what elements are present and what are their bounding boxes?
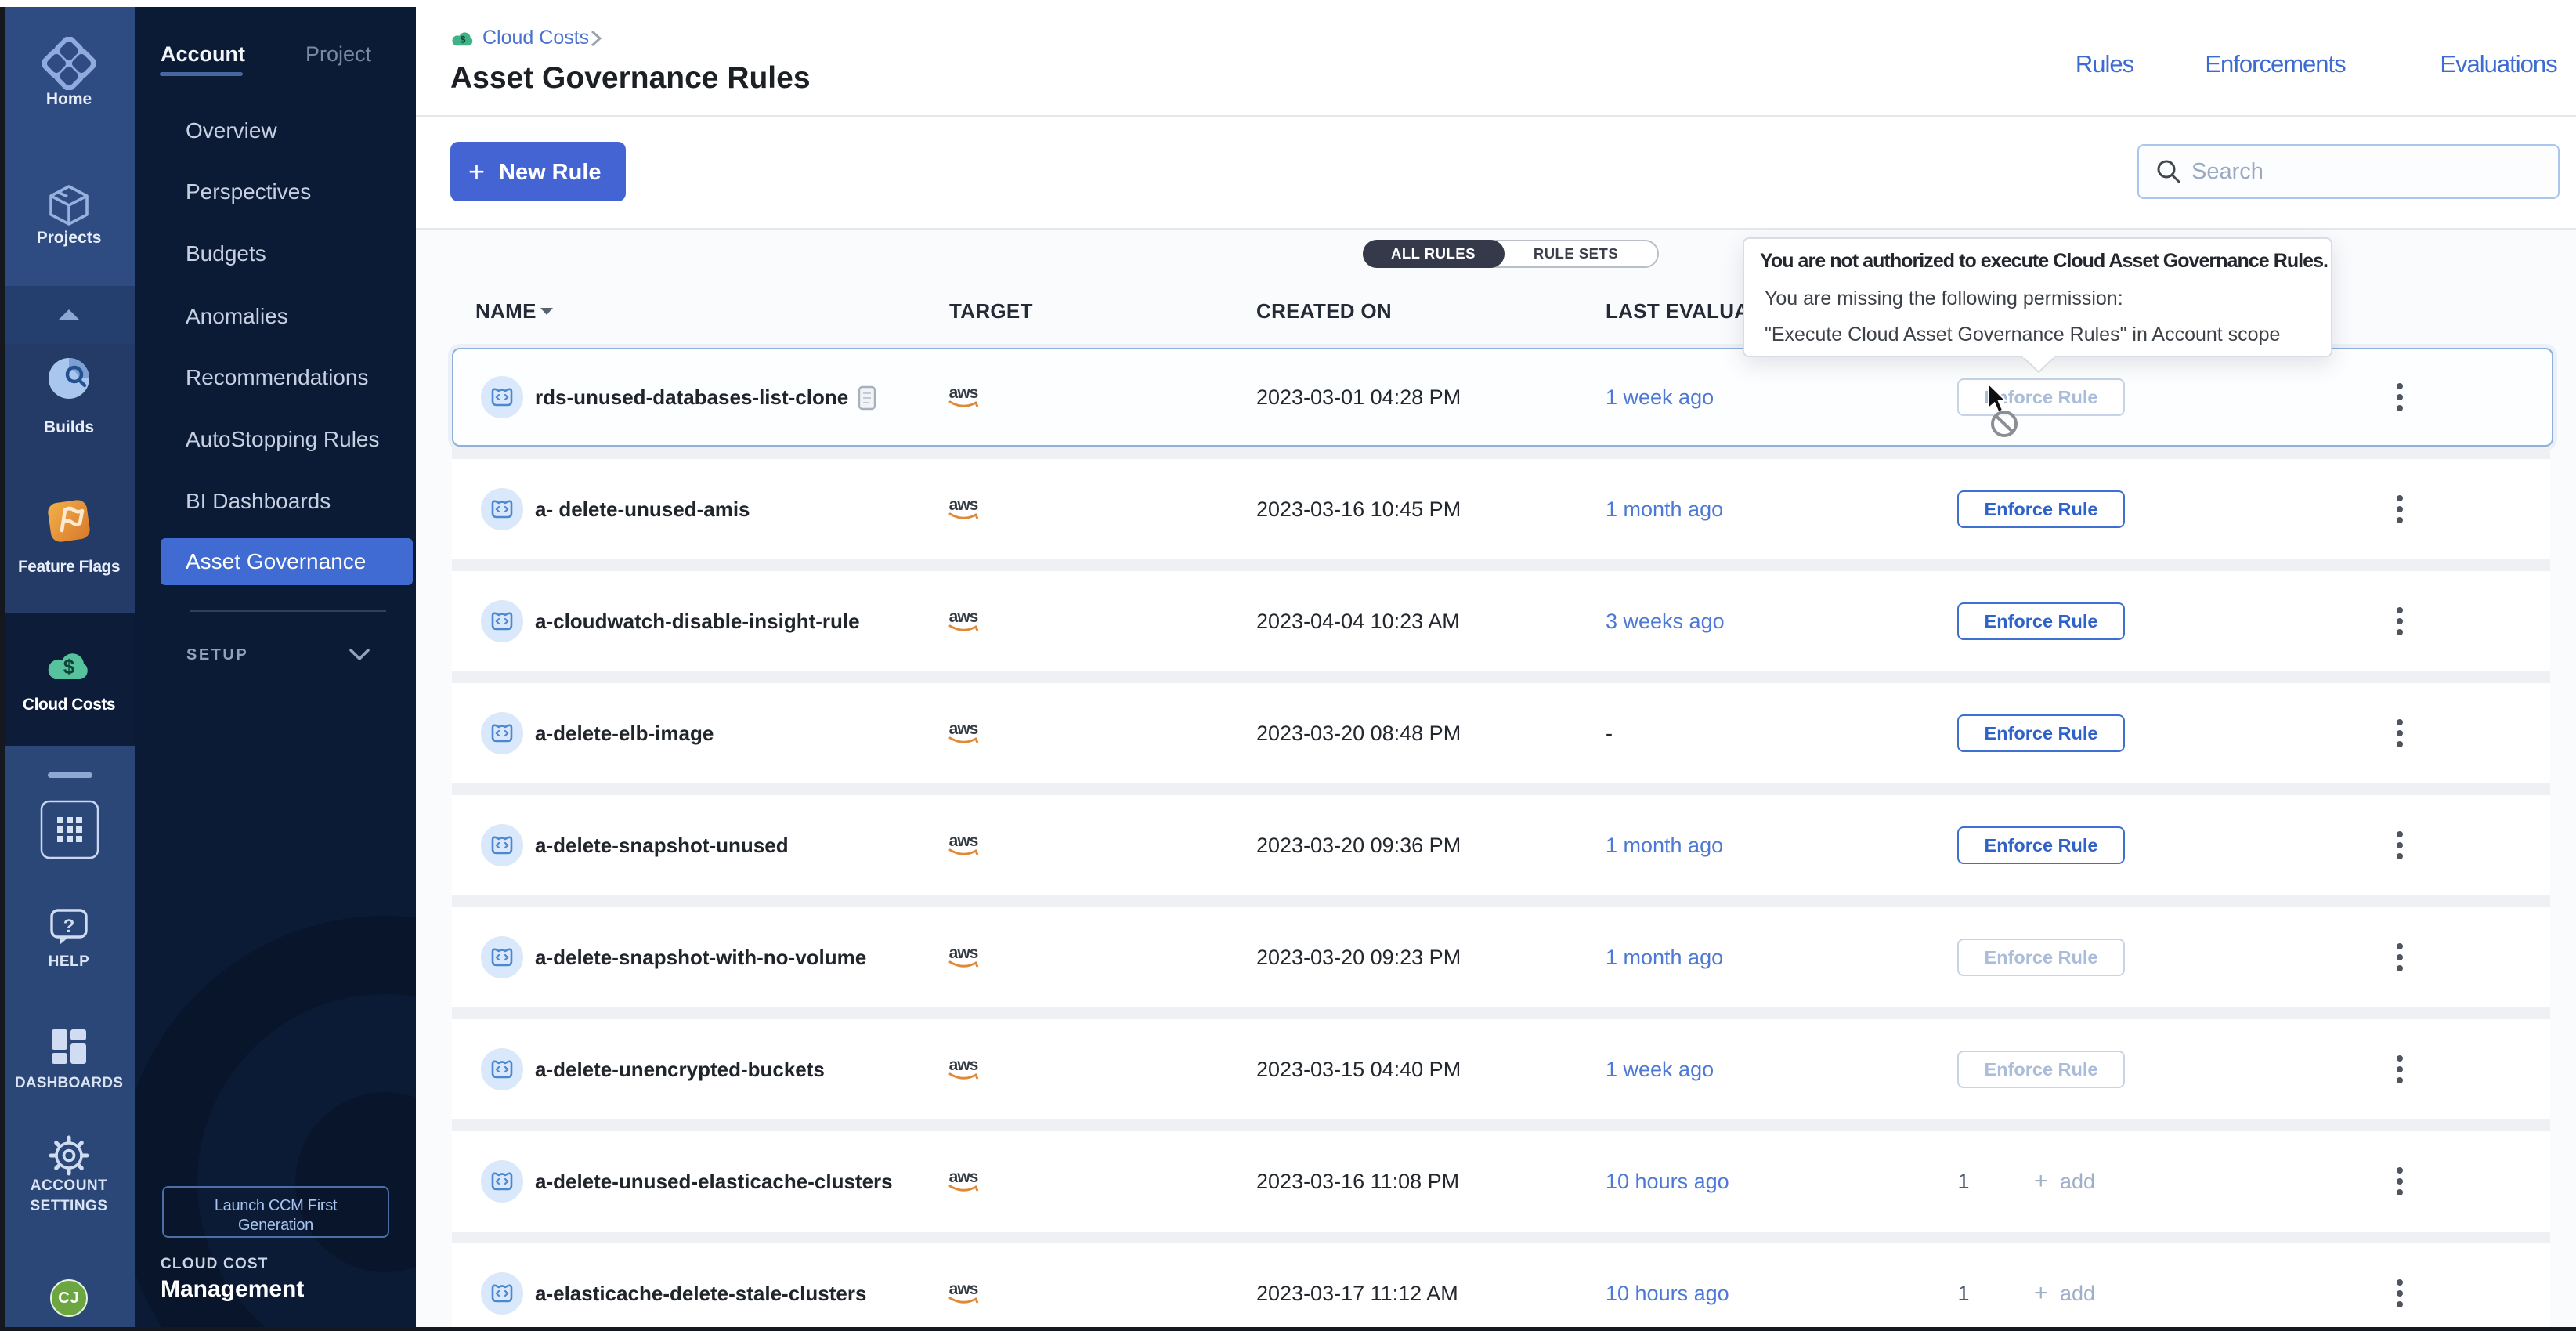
svg-text:aws: aws	[949, 385, 978, 402]
svg-text:$: $	[461, 34, 466, 45]
svg-text:?: ?	[63, 916, 75, 937]
svg-text:aws: aws	[949, 609, 978, 626]
svg-text:$: $	[63, 655, 75, 678]
svg-text:aws: aws	[949, 497, 978, 514]
svg-text:aws: aws	[949, 721, 978, 738]
svg-text:aws: aws	[949, 833, 978, 850]
svg-text:aws: aws	[949, 1281, 978, 1298]
svg-text:aws: aws	[949, 945, 978, 962]
svg-text:aws: aws	[949, 1057, 978, 1074]
svg-text:aws: aws	[949, 1169, 978, 1186]
